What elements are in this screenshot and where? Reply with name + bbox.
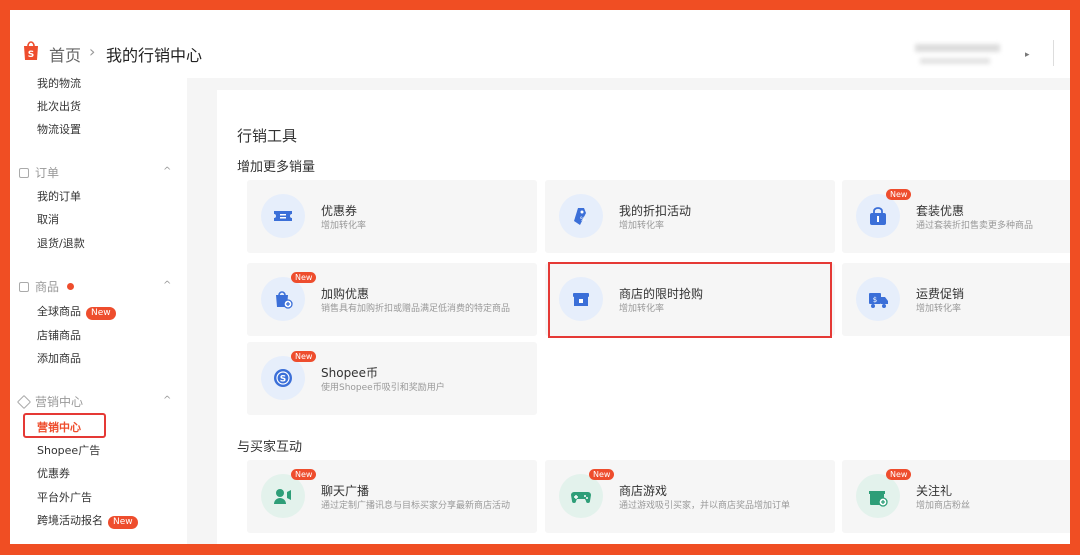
page-title: 我的行销中心 — [106, 46, 203, 65]
svg-text:%: % — [580, 216, 586, 223]
tool-card-follow-prize[interactable]: New 关注礼 增加商店粉丝 — [842, 460, 1070, 533]
svg-text:S: S — [280, 375, 286, 385]
breadcrumb-separator: › — [89, 42, 96, 61]
sidebar-item-label: 跨境活动报名 — [37, 514, 103, 527]
card-description: 通过游戏吸引买家，并以商店奖品增加订单 — [619, 501, 791, 511]
new-badge: New — [291, 351, 317, 362]
new-badge: New — [589, 469, 615, 480]
tag-icon — [16, 394, 32, 409]
notification-dot — [67, 283, 75, 290]
gamepad-icon — [559, 474, 603, 518]
user-menu-arrow-icon[interactable]: ▸ — [1025, 50, 1030, 60]
collapse-chevron-icon[interactable]: ^ — [163, 395, 171, 406]
product-icon — [19, 281, 29, 292]
section-heading-increase-sales: 增加更多销量 — [237, 160, 316, 175]
card-title: 套装优惠 — [916, 204, 965, 218]
collapse-chevron-icon[interactable]: ^ — [163, 280, 171, 291]
follow-gift-icon — [856, 474, 900, 518]
sidebar-category-order-label: 订单 — [35, 166, 60, 180]
sidebar-category-order[interactable]: 订单 — [19, 164, 59, 181]
card-title: Shopee币 — [321, 366, 378, 380]
tool-card-vouchers[interactable]: 优惠券 增加转化率 — [247, 180, 537, 253]
ticket-icon — [261, 194, 305, 238]
card-description: 通过定制广播讯息与目标买家分享最新商店活动 — [321, 501, 511, 511]
new-badge: New — [291, 469, 317, 480]
sidebar-item-returns[interactable]: 退货/退款 — [37, 235, 85, 251]
svg-text:S: S — [28, 50, 34, 60]
sidebar-item-cross-border-campaign[interactable]: 跨境活动报名 New — [37, 512, 138, 529]
sidebar-item-offsite-ads[interactable]: 平台外广告 — [37, 489, 92, 505]
tool-card-shipping-promotion[interactable]: $ 运费促销 增加转化率 — [842, 263, 1070, 336]
app-window: S 首页 › 我的行销中心 ▸ 我的物流 批次出货 物流设置 订单 ^ 我的订单… — [10, 10, 1070, 544]
sidebar-item-vouchers[interactable]: 优惠券 — [37, 465, 70, 481]
sidebar-item-label: 全球商品 — [37, 305, 81, 318]
top-header: S 首页 › 我的行销中心 ▸ — [10, 10, 1070, 78]
sidebar-item-shopee-ads[interactable]: Shopee广告 — [37, 442, 100, 458]
sidebar-category-marketing[interactable]: 营销中心 — [16, 393, 84, 410]
tool-card-shop-game[interactable]: New 商店游戏 通过游戏吸引买家，并以商店奖品增加订单 — [545, 460, 835, 533]
new-badge: New — [886, 469, 912, 480]
card-description: 增加商店粉丝 — [916, 501, 971, 511]
tool-card-bundle[interactable]: New 套装优惠 通过套装折扣售卖更多种商品 — [842, 180, 1070, 253]
card-title: 聊天广播 — [321, 484, 370, 498]
coin-icon: S — [261, 356, 305, 400]
new-badge: New — [291, 272, 317, 283]
new-badge: New — [886, 189, 912, 200]
sidebar-item-global-products[interactable]: 全球商品 New — [37, 303, 116, 320]
new-badge: New — [86, 307, 116, 320]
sidebar-item-cancel[interactable]: 取消 — [37, 211, 59, 227]
marketing-tools-panel: 行销工具 增加更多销量 与买家互动 优惠券 增加转化率 % 我的折扣活动 增加转… — [217, 90, 1070, 544]
card-description: 通过套装折扣售卖更多种商品 — [916, 221, 1034, 231]
card-title: 商店游戏 — [619, 484, 668, 498]
tool-card-discount[interactable]: % 我的折扣活动 增加转化率 — [545, 180, 835, 253]
truck-icon: $ — [856, 277, 900, 321]
sidebar-category-product-label: 商品 — [35, 280, 60, 294]
tool-card-add-on-deal[interactable]: New 加购优惠 销售具有加购折扣或赠品满足低消费的特定商品 — [247, 263, 537, 336]
card-description: 销售具有加购折扣或赠品满足低消费的特定商品 — [321, 304, 511, 314]
user-account-name[interactable] — [915, 44, 1000, 52]
sidebar: 我的物流 批次出货 物流设置 订单 ^ 我的订单 取消 退货/退款 商品 ^ 全… — [10, 75, 187, 544]
card-description: 增加转化率 — [321, 221, 367, 231]
sidebar-category-product[interactable]: 商品 — [19, 278, 75, 295]
header-divider — [1053, 40, 1054, 66]
collapse-chevron-icon[interactable]: ^ — [163, 166, 171, 177]
tag-icon: % — [559, 194, 603, 238]
svg-text:$: $ — [873, 296, 877, 304]
chat-broadcast-icon — [261, 474, 305, 518]
card-description: 增加转化率 — [619, 221, 665, 231]
card-description: 增加转化率 — [916, 304, 962, 314]
sidebar-item-add-product[interactable]: 添加商品 — [37, 350, 81, 366]
section-heading-buyer-engagement: 与买家互动 — [237, 440, 303, 455]
card-title: 关注礼 — [916, 484, 953, 498]
shopee-logo-icon[interactable]: S — [22, 40, 40, 62]
new-badge: New — [108, 516, 138, 529]
card-title: 我的折扣活动 — [619, 204, 692, 218]
sidebar-item-my-logistics[interactable]: 我的物流 — [37, 75, 81, 91]
card-description: 使用Shopee币吸引和奖励用户 — [321, 383, 445, 393]
addon-bag-icon — [261, 277, 305, 321]
sidebar-item-shop-products[interactable]: 店铺商品 — [37, 327, 81, 343]
tool-card-shopee-coins[interactable]: S New Shopee币 使用Shopee币吸引和奖励用户 — [247, 342, 537, 415]
sidebar-item-my-orders[interactable]: 我的订单 — [37, 188, 81, 204]
order-icon — [19, 167, 29, 178]
highlight-box — [548, 262, 832, 338]
card-title: 运费促销 — [916, 287, 965, 301]
sidebar-category-marketing-label: 营销中心 — [35, 395, 84, 409]
sidebar-item-batch-shipping[interactable]: 批次出货 — [37, 98, 81, 114]
sidebar-item-marketing-center[interactable]: 营销中心 — [37, 419, 81, 435]
sidebar-item-logistics-settings[interactable]: 物流设置 — [37, 121, 81, 137]
bundle-icon — [856, 194, 900, 238]
user-account-sub — [920, 58, 990, 64]
tool-card-chat-broadcast[interactable]: New 聊天广播 通过定制广播讯息与目标买家分享最新商店活动 — [247, 460, 537, 533]
card-title: 优惠券 — [321, 204, 358, 218]
breadcrumb-home[interactable]: 首页 — [49, 42, 81, 66]
card-title: 加购优惠 — [321, 287, 370, 301]
section-title: 行销工具 — [237, 127, 298, 145]
